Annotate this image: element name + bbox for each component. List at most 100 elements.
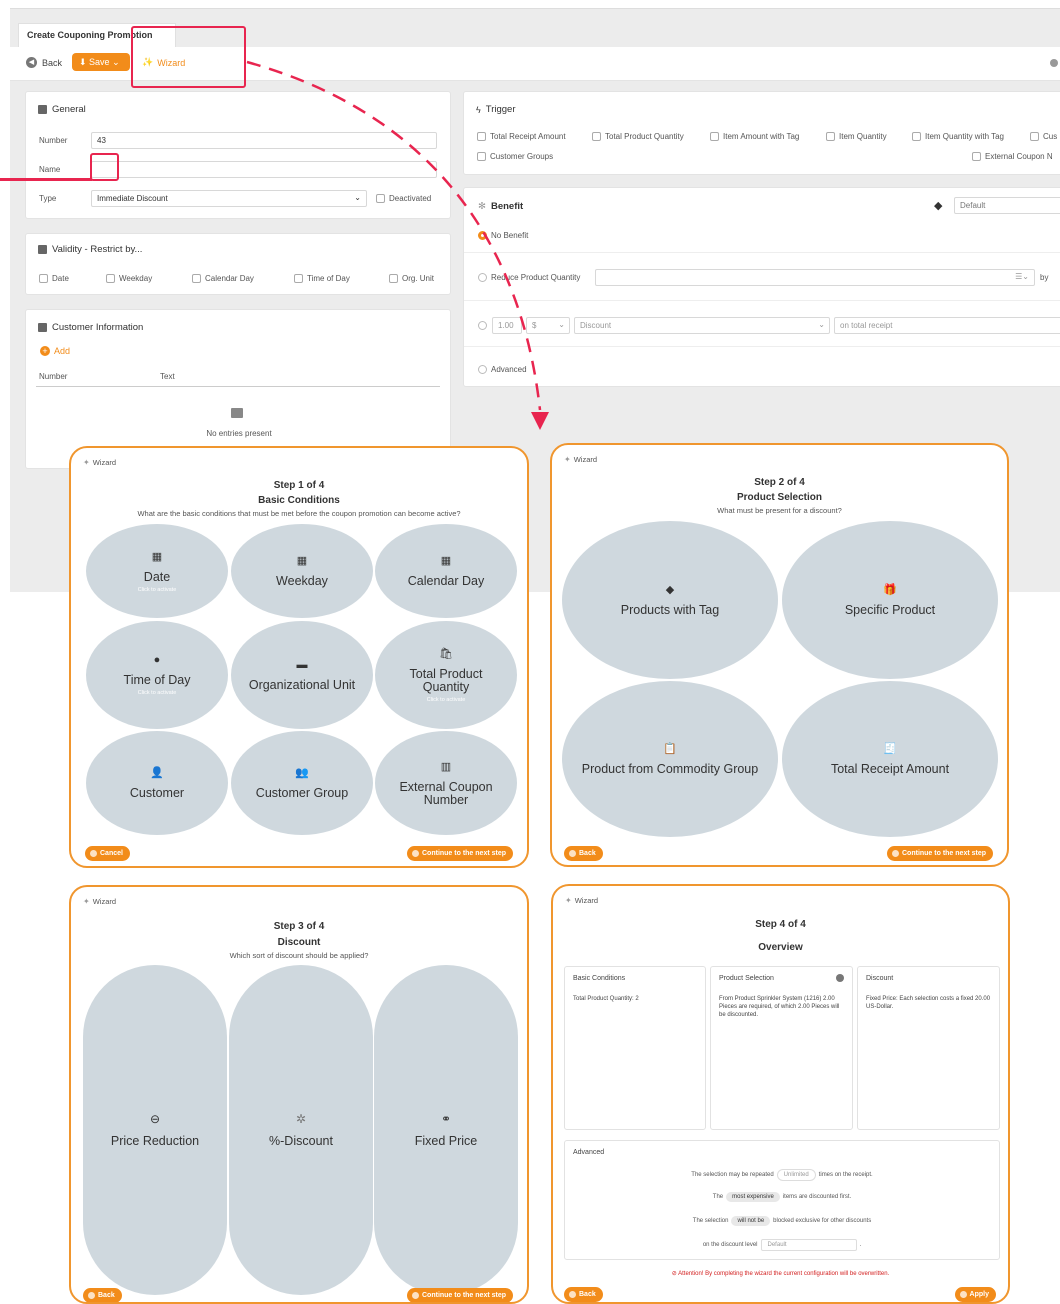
next-step-button[interactable]: Continue to the next step xyxy=(407,846,513,861)
wizard-tag: ✦ Wizard xyxy=(565,896,598,905)
arrow-path xyxy=(246,60,542,411)
exclusive-toggle[interactable]: will not be xyxy=(731,1216,771,1226)
option-products-with-tag[interactable]: ◆ Products with Tag xyxy=(562,521,778,679)
minus-circle-icon: ⊖ xyxy=(149,1112,161,1126)
wizard-tag-label: Wizard xyxy=(92,458,117,467)
apply-button[interactable]: Apply xyxy=(954,1287,996,1302)
level-select-value: Default xyxy=(767,1242,787,1248)
cancel-label: Cancel xyxy=(100,850,123,857)
option-total-receipt-label: Total Receipt Amount xyxy=(830,762,950,776)
option-customer[interactable]: 👤 Customer xyxy=(86,731,228,835)
step-indicator: Step 3 of 4 xyxy=(273,921,325,932)
wizard-step4-card: ✦ Wizard Step 4 of 4 Overview Basic Condi… xyxy=(551,884,1010,1304)
next-step-button[interactable]: Continue to the next step xyxy=(887,846,993,861)
discount-title: Discount xyxy=(866,975,894,982)
option-percent-discount-label: %-Discount xyxy=(269,1134,333,1148)
option-calendar-day-label: Calendar Day xyxy=(407,574,485,588)
clock-icon: ● xyxy=(153,654,161,666)
level-select[interactable]: Default xyxy=(760,1239,857,1251)
step-question: What are the basic conditions that must … xyxy=(137,509,461,518)
level-pre: on the discount level xyxy=(702,1242,758,1248)
step-indicator: Step 1 of 4 xyxy=(273,480,325,491)
option-fixed-price[interactable]: ⚭ Fixed Price xyxy=(374,965,518,1295)
magic-wand-icon: ✦ xyxy=(83,458,90,467)
option-calendar-day[interactable]: ▦ Calendar Day xyxy=(375,524,517,618)
option-specific-product[interactable]: 🎁 Specific Product xyxy=(782,521,998,679)
users-icon: 👥 xyxy=(295,767,309,779)
back-button[interactable]: Back xyxy=(564,846,603,861)
step-title: Product Selection xyxy=(736,492,822,503)
repeat-input[interactable]: Unlimited xyxy=(776,1169,816,1181)
clipboard-icon: 📋 xyxy=(663,743,677,755)
option-specific-product-label: Specific Product xyxy=(844,603,936,617)
order-row: The most expensive items are discounted fi… xyxy=(565,1192,999,1202)
wizard-tag-label: Wizard xyxy=(573,455,598,464)
option-total-receipt[interactable]: 🧾 Total Receipt Amount xyxy=(782,681,998,837)
calendar-icon: ▦ xyxy=(151,550,163,563)
repeat-row: The selection may be repeated Unlimited ti… xyxy=(565,1169,999,1181)
order-pre: The xyxy=(712,1194,724,1200)
option-customer-group[interactable]: 👥 Customer Group xyxy=(231,731,373,835)
apply-label: Apply xyxy=(969,1291,989,1298)
step-title: Basic Conditions xyxy=(258,495,340,506)
next-step-button[interactable]: Continue to the next step xyxy=(407,1288,513,1302)
wizard-tag: ✦ Wizard xyxy=(83,458,116,467)
cancel-icon xyxy=(90,850,97,857)
order-post: items are discounted first. xyxy=(782,1194,852,1200)
option-total-product-quantity[interactable]: 🛍 Total Product Quantity Click to activate xyxy=(375,621,517,729)
arrow-left-icon xyxy=(88,1292,95,1299)
back-button[interactable]: Back xyxy=(83,1288,122,1302)
option-customer-group-label: Customer Group xyxy=(255,786,349,800)
wizard-tag: ✦ Wizard xyxy=(564,455,597,464)
click-hint: Click to activate xyxy=(137,586,177,593)
step-title: Overview xyxy=(758,942,803,953)
arrow-left-icon xyxy=(569,850,576,857)
store-icon: ▬ xyxy=(296,658,308,671)
option-commodity-group[interactable]: 📋 Product from Commodity Group xyxy=(562,681,778,837)
magic-wand-icon: ✦ xyxy=(83,897,90,906)
option-total-product-quantity-label: Total Product Quantity xyxy=(409,667,483,694)
back-button[interactable]: Back xyxy=(564,1287,603,1302)
arrow-right-icon xyxy=(892,850,899,857)
option-weekday-label: Weekday xyxy=(276,574,328,588)
discount-text: Fixed Price: Each selection costs a fixe… xyxy=(866,996,991,1010)
option-time-of-day[interactable]: ● Time of Day Click to activate xyxy=(86,621,228,729)
exclusive-row: The selection will not be blocked exclusiv… xyxy=(565,1216,999,1226)
info-icon[interactable] xyxy=(836,974,844,982)
wizard-tag-label: Wizard xyxy=(574,896,599,905)
option-price-reduction[interactable]: ⊖ Price Reduction xyxy=(83,965,227,1295)
arrow-head xyxy=(531,412,549,430)
gift-icon: 🎁 xyxy=(883,584,897,596)
level-row: on the discount level Default. xyxy=(565,1239,999,1251)
warning-message: ⊘ Attention! By completing the wizard th… xyxy=(553,1270,1008,1277)
overview-discount: Discount Fixed Price: Each selection cos… xyxy=(857,966,1000,1130)
repeat-pre: The selection may be repeated xyxy=(691,1172,774,1178)
tag-icon: ◆ xyxy=(665,584,675,596)
exclusive-pre: The selection xyxy=(692,1218,729,1224)
next-step-label: Continue to the next step xyxy=(422,1292,506,1299)
option-weekday[interactable]: ▦ Weekday xyxy=(231,524,373,618)
product-selection-text: From Product Sprinkler System (1216) 2.0… xyxy=(719,996,840,1018)
cancel-button[interactable]: Cancel xyxy=(85,846,130,861)
arrow-left-icon xyxy=(569,1291,576,1298)
next-step-label: Continue to the next step xyxy=(902,850,986,857)
option-external-coupon-label: External Coupon Number xyxy=(399,779,493,807)
wizard-tag-label: Wizard xyxy=(92,897,117,906)
click-hint: Click to activate xyxy=(137,690,177,696)
option-customer-label: Customer xyxy=(129,786,185,800)
option-date[interactable]: ▦ Date Click to activate xyxy=(86,524,228,618)
calendar-day-icon: ▦ xyxy=(440,555,452,567)
arrow-right-icon xyxy=(412,850,419,857)
calendar-star-icon: ▦ xyxy=(296,555,308,567)
option-fixed-price-label: Fixed Price xyxy=(414,1134,478,1148)
magic-wand-icon: ✦ xyxy=(564,455,571,464)
check-icon xyxy=(959,1291,967,1298)
option-external-coupon[interactable]: ▥ External Coupon Number xyxy=(375,731,517,835)
repeat-post: times on the receipt. xyxy=(818,1172,873,1178)
option-percent-discount[interactable]: ✲ %-Discount xyxy=(229,965,373,1295)
overview-product-selection: Product Selection From Product Sprinkler… xyxy=(710,966,853,1130)
order-toggle[interactable]: most expensive xyxy=(726,1192,780,1202)
wizard-step3-card: ✦ Wizard Step 3 of 4 Discount Which sort … xyxy=(69,885,529,1304)
option-commodity-group-label: Product from Commodity Group xyxy=(581,762,759,776)
option-org-unit[interactable]: ▬ Organizational Unit xyxy=(231,621,373,729)
